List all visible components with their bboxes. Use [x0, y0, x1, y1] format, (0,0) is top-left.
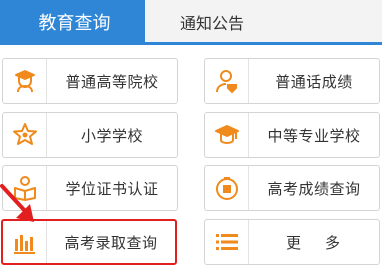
- card-mandarin-score[interactable]: 普通话成绩: [204, 58, 380, 104]
- tab-underline: [0, 42, 382, 45]
- person-badge-icon: [205, 59, 249, 103]
- tab-education-query[interactable]: 教育查询: [0, 0, 145, 44]
- card-label: 高考录取查询: [64, 233, 158, 252]
- tab-education-query-label: 教育查询: [38, 13, 111, 34]
- list-icon: [205, 220, 249, 264]
- card-label: 更多: [285, 233, 364, 252]
- card-primary-school[interactable]: 小学学校: [2, 112, 178, 158]
- graduate-person-icon: [3, 59, 47, 103]
- card-higher-education[interactable]: 普通高等院校: [2, 58, 178, 104]
- mortarboard-icon: [205, 113, 249, 157]
- card-label: 普通话成绩: [275, 72, 353, 91]
- card-more[interactable]: 更多: [204, 219, 380, 265]
- tab-bar: 教育查询 通知公告: [0, 0, 382, 45]
- annotation-arrow-icon: [0, 184, 34, 222]
- card-vocational-school[interactable]: 中等专业学校: [204, 112, 380, 158]
- card-label: 小学学校: [80, 126, 143, 145]
- card-label: 高考成绩查询: [267, 179, 361, 198]
- card-label: 普通高等院校: [65, 72, 159, 91]
- tab-notice-label: 通知公告: [180, 14, 245, 33]
- star-badge-icon: [3, 113, 47, 157]
- card-label: 中等专业学校: [267, 126, 361, 145]
- bar-chart-icon: [3, 221, 47, 263]
- tab-notice[interactable]: 通知公告: [145, 0, 382, 44]
- card-gaokao-score[interactable]: 高考成绩查询: [204, 165, 380, 211]
- exam-results-icon: [205, 166, 249, 210]
- card-label: 学位证书认证: [65, 179, 159, 198]
